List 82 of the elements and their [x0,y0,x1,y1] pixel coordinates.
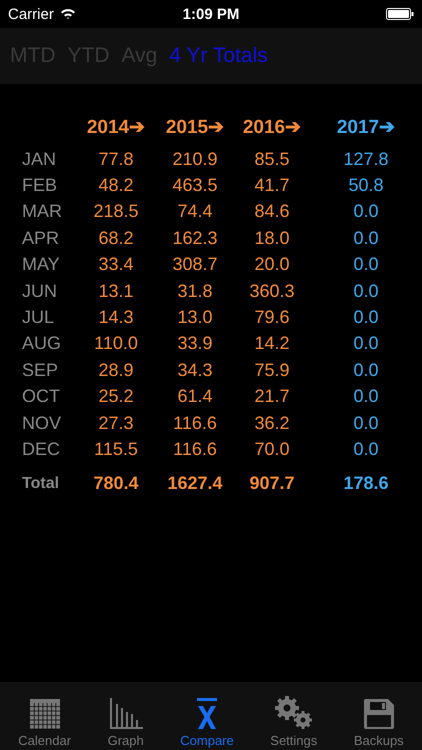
table-cell-text: 21.7 [253,386,291,408]
table-cell-text: 110.0 [93,333,139,354]
table-cell-text: 116.6 [172,438,218,460]
table-cell-text: 70.0 [253,438,291,460]
table-cell-text: 0.0 [352,254,380,276]
x-bar-icon [196,698,218,730]
table-cell-text: 13.0 [176,307,214,328]
table-cell-text: 0.0 [352,412,380,434]
table-cell-text: 360.3 [248,280,296,302]
month-label: AUG [21,333,62,354]
total-cell-text: 907.7 [248,473,296,494]
year-header: 2017➔ [336,116,396,139]
total-cell-text: 178.6 [342,473,390,494]
month-label: SEP [21,360,60,381]
table-cell-text: 41.7 [253,175,291,196]
table-cell-text: 20.0 [253,254,291,276]
month-label: JAN [21,148,58,170]
table-cell-text: 13.1 [97,280,135,302]
table-cell-text: 0.0 [352,438,380,460]
table-cell-text: 0.0 [352,280,380,302]
month-label: MAR [21,201,63,222]
year-header: 2016➔ [242,116,302,139]
table-cell-text: 77.8 [97,148,135,170]
table-cell-text: 0.0 [352,360,380,381]
gears-icon [274,696,314,730]
month-label: APR [21,228,60,249]
tab-bar-item[interactable]: Graph [104,698,148,748]
bar-chart-icon [108,698,144,730]
tab-bar-item[interactable]: Settings [266,696,322,748]
table-cell-text: 74.4 [176,201,214,222]
table-cell-text: 33.9 [176,333,214,354]
carrier-label: Carrier [8,6,54,22]
month-label: MAY [21,254,61,276]
month-label: JUN [21,280,58,302]
table-cell-text: 68.2 [97,228,135,249]
table-cell-text: 116.6 [172,412,218,434]
table-cell-text: 61.4 [176,386,214,408]
table-cell-text: 34.3 [176,360,214,381]
table-cell-text: 27.3 [97,412,135,434]
tab-bar-item[interactable]: Compare [176,698,238,748]
table-cell-text: 18.0 [253,228,291,249]
clock-time: 1:09 PM [182,6,240,22]
table-cell-text: 28.9 [97,360,135,381]
table-cell-text: 79.6 [253,307,291,328]
table-cell-text: 0.0 [352,228,380,249]
total-cell-text: 780.4 [92,473,140,494]
calendar-icon [28,698,61,730]
table-cell-text: 0.0 [352,307,380,328]
table-cell-text: 218.5 [92,201,140,222]
year-header: 2014➔ [86,116,146,139]
table-cell-text: 25.2 [97,386,135,408]
table-cell-text: 162.3 [171,228,219,249]
table-cell-text: 115.5 [93,438,139,460]
wifi-icon [60,8,76,20]
table-cell-text: 210.9 [171,148,219,170]
table-cell-text: 33.4 [97,254,135,276]
table-cell-text: 84.6 [253,201,291,222]
total-cell-text: 1627.4 [166,473,224,494]
tab-bar-item[interactable]: Calendar [14,698,76,748]
table-cell-text: 0.0 [352,201,380,222]
table-cell-text: 48.2 [97,175,135,196]
table-cell-text: 85.5 [253,148,291,170]
table-cell-text: 36.2 [253,412,291,434]
table-cell-text: 50.8 [347,175,385,196]
table-cell-text: 0.0 [352,333,380,354]
table-cell-text: 0.0 [352,386,380,408]
total-label: Total [21,474,60,493]
year-header: 2015➔ [164,116,226,139]
battery-icon [386,8,414,20]
month-label: FEB [21,175,58,196]
table-cell-text: 463.5 [171,175,219,196]
table-cell-text: 14.3 [97,307,135,328]
table-cell-text: 14.2 [253,333,291,354]
month-label: JUL [21,307,56,328]
month-label: DEC [21,438,62,460]
table-cell-text: 31.8 [176,280,214,302]
table-cell-text: 75.9 [253,360,291,381]
month-label: NOV [21,412,62,434]
month-label: OCT [21,386,61,408]
table-cell-text: 127.8 [342,148,390,170]
table-cell-text: 308.7 [171,254,219,276]
tab-bar-item[interactable]: Backups [350,698,408,748]
